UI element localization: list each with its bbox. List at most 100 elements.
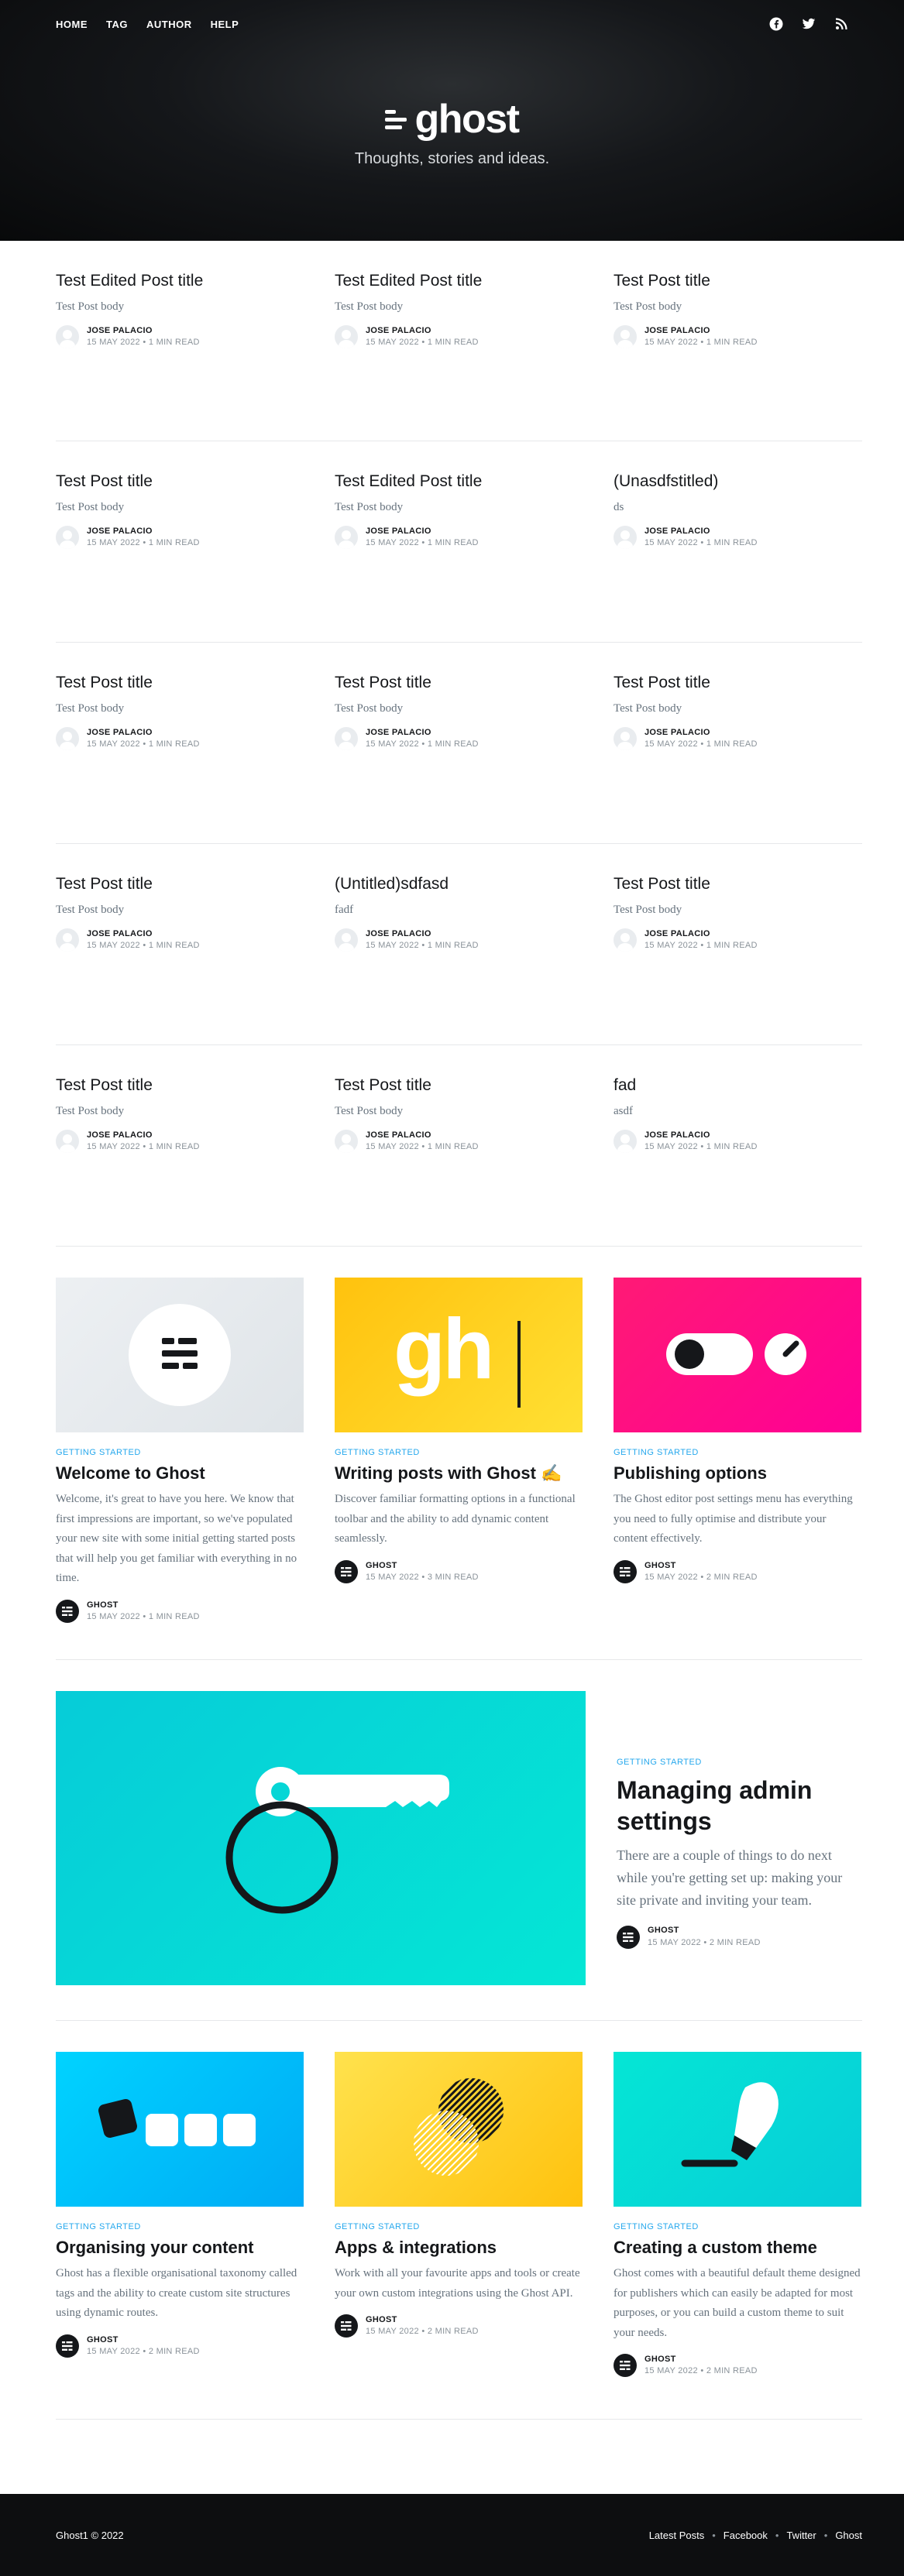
nav-tag-link[interactable]: TAG (106, 19, 128, 30)
post-title[interactable]: Test Post title (56, 1075, 304, 1096)
post-card[interactable]: Test Post title Test Post body JOSE PALA… (56, 672, 304, 843)
post-card[interactable]: GETTING STARTED Creating a custom theme … (614, 2052, 861, 2419)
author-name[interactable]: GHOST (648, 1925, 761, 1936)
post-card[interactable]: Test Post title Test Post body JOSE PALA… (56, 1075, 304, 1246)
post-title[interactable]: Test Post title (614, 270, 861, 291)
author-name[interactable]: JOSE PALACIO (87, 325, 200, 337)
author-name[interactable]: JOSE PALACIO (366, 526, 479, 537)
author-avatar[interactable] (56, 928, 79, 952)
author-name[interactable]: JOSE PALACIO (644, 928, 758, 940)
post-title[interactable]: Test Post title (56, 873, 304, 894)
footer-link-facebook[interactable]: Facebook (724, 2530, 768, 2541)
author-name[interactable]: JOSE PALACIO (366, 928, 479, 940)
post-image[interactable] (56, 1278, 304, 1432)
author-avatar[interactable] (614, 2354, 637, 2378)
post-card[interactable]: Test Post title Test Post body JOSE PALA… (614, 873, 861, 1044)
large-post-card[interactable]: GETTING STARTED Managing admin settings … (56, 1660, 862, 2021)
nav-home-link[interactable]: HOME (56, 19, 88, 30)
author-avatar[interactable] (617, 1925, 640, 1949)
post-image[interactable] (56, 2052, 304, 2207)
author-name[interactable]: JOSE PALACIO (644, 325, 758, 337)
post-card[interactable]: Test Post title Test Post body JOSE PALA… (614, 270, 861, 441)
author-avatar[interactable] (614, 928, 637, 952)
post-title[interactable]: Apps & integrations (335, 2238, 583, 2258)
post-title[interactable]: Test Post title (335, 1075, 583, 1096)
author-name[interactable]: JOSE PALACIO (644, 1130, 758, 1141)
post-card[interactable]: gh GETTING STARTED Writing posts with Gh… (335, 1278, 583, 1659)
author-name[interactable]: GHOST (366, 2314, 479, 2326)
author-avatar[interactable] (614, 1559, 637, 1583)
author-name[interactable]: JOSE PALACIO (644, 727, 758, 739)
author-avatar[interactable] (335, 2314, 358, 2338)
nav-author-link[interactable]: AUTHOR (146, 19, 192, 30)
post-card[interactable]: Test Post title Test Post body JOSE PALA… (614, 672, 861, 843)
post-title[interactable]: Publishing options (614, 1463, 861, 1484)
author-avatar[interactable] (56, 2334, 79, 2358)
post-tag[interactable]: GETTING STARTED (335, 1448, 583, 1457)
post-tag[interactable]: GETTING STARTED (617, 1758, 862, 1767)
author-name[interactable]: JOSE PALACIO (366, 727, 479, 739)
author-name[interactable]: JOSE PALACIO (87, 1130, 200, 1141)
author-avatar[interactable] (614, 325, 637, 349)
post-tag[interactable]: GETTING STARTED (614, 1448, 861, 1457)
post-title[interactable]: (Untitled)sdfasd (335, 873, 583, 894)
post-card[interactable]: fad asdf JOSE PALACIO 15 MAY 2022 • 1 MIN… (614, 1075, 861, 1246)
post-card[interactable]: Test Edited Post title Test Post body JO… (335, 270, 583, 441)
author-name[interactable]: GHOST (87, 1600, 200, 1611)
post-card[interactable]: GETTING STARTED Publishing options The G… (614, 1278, 861, 1659)
post-card[interactable]: (Untitled)sdfasd fadf JOSE PALACIO 15 MAY… (335, 873, 583, 1044)
author-name[interactable]: GHOST (366, 1560, 479, 1572)
twitter-icon[interactable] (802, 17, 816, 31)
author-avatar[interactable] (56, 1130, 79, 1154)
post-title[interactable]: (Unasdfstitled) (614, 471, 861, 492)
post-title[interactable]: Test Edited Post title (335, 270, 583, 291)
post-card[interactable]: Test Post title Test Post body JOSE PALA… (335, 1075, 583, 1246)
post-title[interactable]: Welcome to Ghost (56, 1463, 304, 1484)
post-card[interactable]: GETTING STARTED Welcome to Ghost Welcome… (56, 1278, 304, 1659)
author-name[interactable]: GHOST (644, 2354, 758, 2365)
post-tag[interactable]: GETTING STARTED (56, 2222, 304, 2231)
post-image[interactable]: gh (335, 1278, 583, 1432)
author-avatar[interactable] (335, 526, 358, 550)
rss-icon[interactable] (834, 17, 848, 31)
author-avatar[interactable] (56, 526, 79, 550)
post-card[interactable]: Test Post title Test Post body JOSE PALA… (56, 471, 304, 642)
post-image[interactable] (614, 2052, 861, 2207)
post-image[interactable] (614, 1278, 861, 1432)
post-title[interactable]: Test Post title (614, 873, 861, 894)
post-title[interactable]: fad (614, 1075, 861, 1096)
facebook-icon[interactable] (769, 17, 783, 31)
post-title[interactable]: Test Post title (614, 672, 861, 693)
nav-help-link[interactable]: HELP (211, 19, 239, 30)
post-title[interactable]: Managing admin settings (617, 1775, 862, 1837)
post-card[interactable]: Test Post title Test Post body JOSE PALA… (335, 672, 583, 843)
post-card[interactable]: (Unasdfstitled) ds JOSE PALACIO 15 MAY 20… (614, 471, 861, 642)
author-name[interactable]: JOSE PALACIO (87, 727, 200, 739)
author-name[interactable]: JOSE PALACIO (87, 526, 200, 537)
author-avatar[interactable] (614, 526, 637, 550)
post-tag[interactable]: GETTING STARTED (614, 2222, 861, 2231)
author-avatar[interactable] (335, 1130, 358, 1154)
post-card[interactable]: Test Edited Post title Test Post body JO… (335, 471, 583, 642)
post-title[interactable]: Test Post title (335, 672, 583, 693)
author-avatar[interactable] (56, 727, 79, 751)
post-title[interactable]: Test Edited Post title (335, 471, 583, 492)
author-avatar[interactable] (335, 325, 358, 349)
post-tag[interactable]: GETTING STARTED (56, 1448, 304, 1457)
post-title[interactable]: Test Edited Post title (56, 270, 304, 291)
author-avatar[interactable] (614, 727, 637, 751)
post-card[interactable]: Test Post title Test Post body JOSE PALA… (56, 873, 304, 1044)
author-name[interactable]: JOSE PALACIO (366, 1130, 479, 1141)
footer-link-twitter[interactable]: Twitter (786, 2530, 816, 2541)
author-name[interactable]: JOSE PALACIO (87, 928, 200, 940)
post-card[interactable]: GETTING STARTED Apps & integrations Work… (335, 2052, 583, 2419)
post-title[interactable]: Organising your content (56, 2238, 304, 2258)
post-image[interactable] (335, 2052, 583, 2207)
author-avatar[interactable] (614, 1130, 637, 1154)
post-card[interactable]: Test Edited Post title Test Post body JO… (56, 270, 304, 441)
author-name[interactable]: JOSE PALACIO (366, 325, 479, 337)
post-tag[interactable]: GETTING STARTED (335, 2222, 583, 2231)
author-name[interactable]: GHOST (644, 1560, 758, 1572)
author-name[interactable]: JOSE PALACIO (644, 526, 758, 537)
post-title[interactable]: Writing posts with Ghost ✍️ (335, 1463, 583, 1484)
